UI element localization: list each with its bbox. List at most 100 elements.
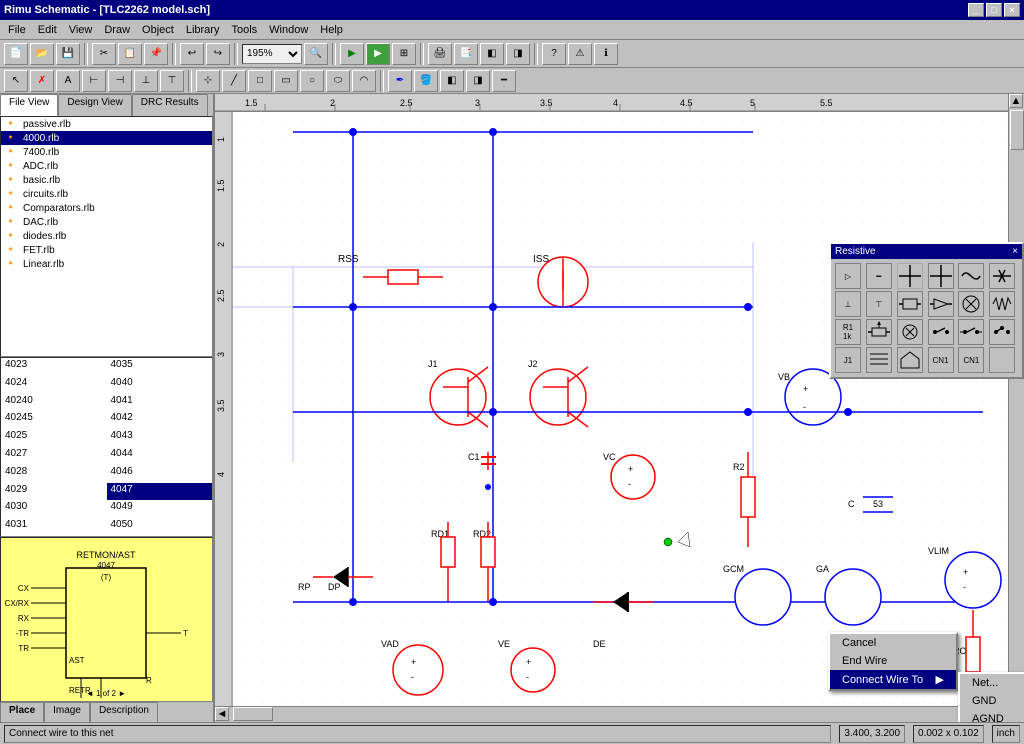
- part-4031[interactable]: 4031: [1, 518, 107, 536]
- res-zigzag[interactable]: [989, 291, 1015, 317]
- menu-help[interactable]: Help: [314, 22, 349, 38]
- tree-item-linear[interactable]: 🔸 Linear.rlb: [1, 257, 212, 271]
- res-arrow[interactable]: ▷: [835, 263, 861, 289]
- tree-item-passive[interactable]: 🔸 passive.rlb: [1, 117, 212, 131]
- help1-btn[interactable]: ?: [542, 43, 566, 65]
- help2-btn[interactable]: ⚠: [568, 43, 592, 65]
- res-in[interactable]: [897, 291, 923, 317]
- scroll-thumb-v[interactable]: [1010, 110, 1024, 150]
- res-cn1-b[interactable]: CN1: [958, 347, 984, 373]
- fill-btn[interactable]: 🪣: [414, 70, 438, 92]
- res-house[interactable]: [897, 347, 923, 373]
- vertical-scrollbar[interactable]: ▲ ▼: [1008, 94, 1024, 722]
- res-sw3[interactable]: [989, 319, 1015, 345]
- menu-tools[interactable]: Tools: [225, 22, 263, 38]
- zoom-select[interactable]: 195% 100% 150% 200%: [242, 44, 302, 64]
- save-btn[interactable]: 💾: [56, 43, 80, 65]
- res-rx[interactable]: [989, 263, 1015, 289]
- tree-item-diodes[interactable]: 🔸 diodes.rlb: [1, 229, 212, 243]
- redo-btn[interactable]: ↪: [206, 43, 230, 65]
- copy-btn[interactable]: 📋: [118, 43, 142, 65]
- wire-btn[interactable]: ✗: [30, 70, 54, 92]
- run2-btn[interactable]: ▶: [366, 43, 390, 65]
- res-gnd1[interactable]: ⊥: [835, 291, 861, 317]
- draw1-btn[interactable]: ╱: [222, 70, 246, 92]
- res-cn1-a[interactable]: CN1: [928, 347, 954, 373]
- tree-item-dac[interactable]: 🔸 DAC.rlb: [1, 215, 212, 229]
- bottom-tab-description[interactable]: Description: [90, 702, 158, 722]
- color1-btn[interactable]: ◧: [440, 70, 464, 92]
- tool2-btn[interactable]: ◧: [480, 43, 504, 65]
- scroll-thumb-h[interactable]: [233, 707, 273, 721]
- res-r1[interactable]: R11k: [835, 319, 861, 345]
- arc-btn[interactable]: ◠: [352, 70, 376, 92]
- part-4028[interactable]: 4028: [1, 465, 107, 483]
- submenu-agnd[interactable]: AGND: [960, 710, 1024, 722]
- print-btn[interactable]: 🖨: [428, 43, 452, 65]
- menu-edit[interactable]: Edit: [32, 22, 63, 38]
- open-btn[interactable]: 📂: [30, 43, 54, 65]
- part-40240[interactable]: 40240: [1, 394, 107, 412]
- rect-btn[interactable]: □: [248, 70, 272, 92]
- maximize-btn[interactable]: □: [986, 3, 1002, 17]
- part-4035[interactable]: 4035: [107, 358, 213, 376]
- res-t1[interactable]: [897, 263, 923, 289]
- tree-item-7400[interactable]: 🔸 7400.rlb: [1, 145, 212, 159]
- menu-library[interactable]: Library: [180, 22, 226, 38]
- select-btn[interactable]: ↖: [4, 70, 28, 92]
- part-4027[interactable]: 4027: [1, 447, 107, 465]
- ctx-end-wire[interactable]: End Wire: [830, 652, 956, 670]
- tree-item-fet[interactable]: 🔸 FET.rlb: [1, 243, 212, 257]
- res-t2[interactable]: [928, 263, 954, 289]
- new-btn[interactable]: 📄: [4, 43, 28, 65]
- paste-btn[interactable]: 📌: [144, 43, 168, 65]
- circle-btn[interactable]: ○: [300, 70, 324, 92]
- tab-file-view[interactable]: File View: [0, 94, 58, 116]
- ellipse-btn[interactable]: ⬭: [326, 70, 350, 92]
- t1-btn[interactable]: ⊢: [82, 70, 106, 92]
- menu-object[interactable]: Object: [136, 22, 180, 38]
- tree-item-4000[interactable]: 🔸 4000.rlb: [1, 131, 212, 145]
- res-vcc[interactable]: ⊤: [866, 291, 892, 317]
- t4-btn[interactable]: ⊤: [160, 70, 184, 92]
- res-j2[interactable]: [866, 347, 892, 373]
- close-btn[interactable]: ×: [1004, 3, 1020, 17]
- part-4025[interactable]: 4025: [1, 429, 107, 447]
- part-4050[interactable]: 4050: [107, 518, 213, 536]
- horizontal-scrollbar[interactable]: ◄ ►: [215, 706, 1024, 722]
- text-btn[interactable]: A: [56, 70, 80, 92]
- part-4046[interactable]: 4046: [107, 465, 213, 483]
- submenu-gnd[interactable]: GND: [960, 692, 1024, 710]
- part-4049[interactable]: 4049: [107, 500, 213, 518]
- scroll-up-btn[interactable]: ▲: [1009, 94, 1023, 108]
- menu-view[interactable]: View: [63, 22, 99, 38]
- title-bar-controls[interactable]: _ □ ×: [968, 3, 1020, 17]
- tab-design-view[interactable]: Design View: [58, 94, 131, 116]
- bottom-tab-place[interactable]: Place: [0, 702, 44, 722]
- menu-draw[interactable]: Draw: [98, 22, 136, 38]
- part-4044[interactable]: 4044: [107, 447, 213, 465]
- res-switch[interactable]: [928, 319, 954, 345]
- part-4043[interactable]: 4043: [107, 429, 213, 447]
- res-x1[interactable]: [958, 291, 984, 317]
- zoom-in-btn[interactable]: 🔍: [304, 43, 328, 65]
- res-pot[interactable]: [866, 319, 892, 345]
- tab-drc-results[interactable]: DRC Results: [132, 94, 208, 116]
- res-lamp[interactable]: [897, 319, 923, 345]
- t2-btn[interactable]: ⊣: [108, 70, 132, 92]
- part-4047[interactable]: 4047: [107, 483, 213, 501]
- color2-btn[interactable]: ◨: [466, 70, 490, 92]
- part-4041[interactable]: 4041: [107, 394, 213, 412]
- bottom-tab-image[interactable]: Image: [44, 702, 90, 722]
- part-4042[interactable]: 4042: [107, 411, 213, 429]
- t3-btn[interactable]: ⊥: [134, 70, 158, 92]
- round-btn[interactable]: ▭: [274, 70, 298, 92]
- part-4040[interactable]: 4040: [107, 376, 213, 394]
- tree-item-circuits[interactable]: 🔸 circuits.rlb: [1, 187, 212, 201]
- res-j1[interactable]: J1: [835, 347, 861, 373]
- print2-btn[interactable]: 📑: [454, 43, 478, 65]
- tool3-btn[interactable]: ◨: [506, 43, 530, 65]
- resistive-close-btn[interactable]: ×: [1012, 246, 1018, 257]
- menu-file[interactable]: File: [2, 22, 32, 38]
- cut-btn[interactable]: ✂: [92, 43, 116, 65]
